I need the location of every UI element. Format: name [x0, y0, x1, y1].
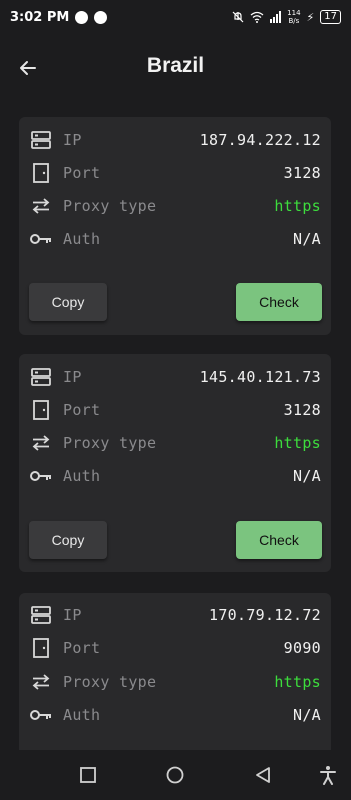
ip-value: 170.79.12.72	[209, 606, 321, 624]
network-speed-unit: B/s	[288, 17, 300, 25]
port-row: Port 3128	[19, 395, 331, 425]
status-time: 3:02 PM	[10, 9, 70, 25]
status-bar: 3:02 PM 114 B/s ⚡ 17	[0, 0, 351, 34]
nav-back-button[interactable]	[253, 765, 273, 785]
port-label: Port	[63, 401, 101, 419]
check-button[interactable]: Check	[236, 283, 322, 321]
signal-strength-icon	[270, 11, 282, 23]
swap-arrows-icon	[30, 432, 52, 454]
app-notification-icon	[94, 10, 108, 24]
port-label: Port	[63, 639, 101, 657]
messenger-icon	[75, 10, 89, 24]
port-value: 3128	[283, 401, 321, 419]
ip-row: IP 145.40.121.73	[19, 362, 331, 392]
ip-label: IP	[63, 606, 82, 624]
ip-label: IP	[63, 368, 82, 386]
ip-row: IP 170.79.12.72	[19, 600, 331, 630]
ip-value: 187.94.222.12	[199, 131, 321, 149]
recent-apps-icon	[80, 767, 96, 783]
ip-label: IP	[63, 131, 82, 149]
auth-row: Auth N/A	[19, 224, 331, 254]
port-row: Port 9090	[19, 633, 331, 663]
server-icon	[30, 129, 52, 151]
page-title: Brazil	[146, 54, 205, 77]
home-icon	[166, 766, 184, 784]
back-triangle-icon	[256, 767, 270, 783]
network-speed: 114 B/s	[287, 9, 300, 25]
auth-value: N/A	[293, 706, 321, 724]
ip-row: IP 187.94.222.12	[19, 125, 331, 155]
home-button[interactable]	[165, 765, 185, 785]
status-left: 3:02 PM	[10, 9, 108, 25]
wifi-icon	[250, 11, 264, 23]
recent-apps-button[interactable]	[78, 765, 98, 785]
accessibility-icon	[320, 766, 336, 785]
proxy-type-row: Proxy type https	[19, 191, 331, 221]
proxy-type-label: Proxy type	[63, 434, 157, 452]
app-header: Brazil	[0, 40, 351, 96]
key-icon	[30, 704, 52, 726]
port-value: 9090	[283, 639, 321, 657]
charging-icon: ⚡	[306, 10, 315, 24]
proxy-type-label: Proxy type	[63, 197, 157, 215]
status-right: 114 B/s ⚡ 17	[232, 9, 341, 25]
copy-button[interactable]: Copy	[29, 521, 107, 559]
door-icon	[30, 637, 52, 659]
check-button[interactable]: Check	[236, 521, 322, 559]
proxy-card: IP 187.94.222.12 Port 3128 Proxy type ht…	[19, 117, 331, 335]
network-speed-value: 114	[287, 9, 301, 17]
key-icon	[30, 465, 52, 487]
proxy-type-row: Proxy type https	[19, 428, 331, 458]
server-icon	[30, 366, 52, 388]
proxy-type-value: https	[274, 673, 321, 691]
auth-label: Auth	[63, 467, 101, 485]
proxy-card: IP 145.40.121.73 Port 3128 Proxy type ht…	[19, 354, 331, 572]
port-value: 3128	[283, 164, 321, 182]
proxy-type-label: Proxy type	[63, 673, 157, 691]
auth-label: Auth	[63, 706, 101, 724]
system-nav-bar	[0, 750, 351, 800]
battery-level: 17	[320, 10, 341, 24]
auth-row: Auth N/A	[19, 700, 331, 730]
ip-value: 145.40.121.73	[199, 368, 321, 386]
server-icon	[30, 604, 52, 626]
door-icon	[30, 399, 52, 421]
proxy-type-row: Proxy type https	[19, 667, 331, 697]
auth-label: Auth	[63, 230, 101, 248]
auth-row: Auth N/A	[19, 461, 331, 491]
auth-value: N/A	[293, 467, 321, 485]
mute-icon	[232, 11, 244, 23]
key-icon	[30, 228, 52, 250]
port-label: Port	[63, 164, 101, 182]
swap-arrows-icon	[30, 195, 52, 217]
proxy-type-value: https	[274, 434, 321, 452]
swap-arrows-icon	[30, 671, 52, 693]
port-row: Port 3128	[19, 158, 331, 188]
accessibility-button[interactable]	[318, 765, 338, 785]
copy-button[interactable]: Copy	[29, 283, 107, 321]
proxy-card: IP 170.79.12.72 Port 9090 Proxy type htt…	[19, 593, 331, 763]
auth-value: N/A	[293, 230, 321, 248]
door-icon	[30, 162, 52, 184]
proxy-type-value: https	[274, 197, 321, 215]
